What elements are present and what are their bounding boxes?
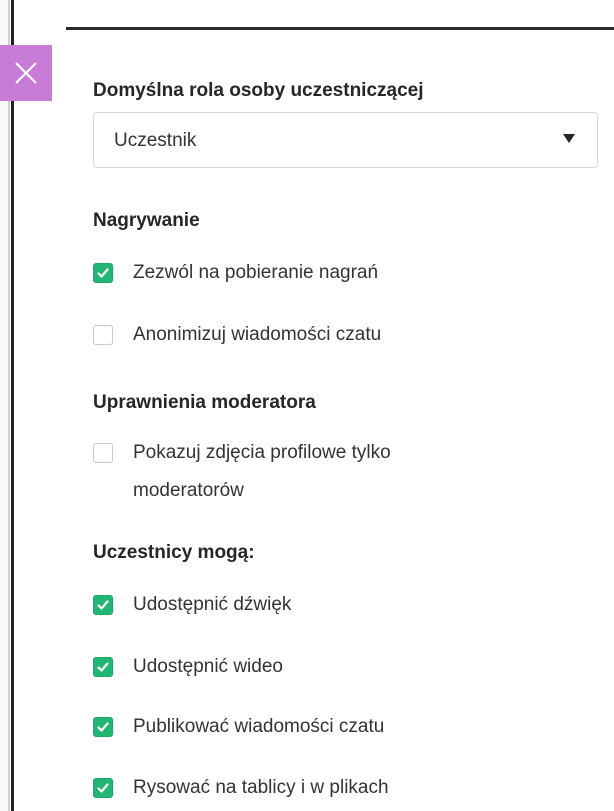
checkmark-icon [97,722,109,732]
option-profile-pictures-moderators-only[interactable]: Pokazuj zdjęcia profilowe tylko moderato… [93,440,473,510]
option-share-audio[interactable]: Udostępnić dźwięk [93,592,291,624]
option-label: Rysować na tablicy i w plikach [133,777,389,798]
left-rail [0,0,10,811]
checkbox[interactable] [93,443,113,463]
option-draw-on-whiteboard[interactable]: Rysować na tablicy i w plikach [93,775,389,807]
checkbox[interactable] [93,717,113,737]
left-edge-bar [11,0,14,811]
option-label: Udostępnić wideo [133,656,283,677]
caret-down-icon [563,134,575,143]
option-post-chat-messages[interactable]: Publikować wiadomości czatu [93,714,384,746]
option-anonymize-chat[interactable]: Anonimizuj wiadomości czatu [93,322,381,354]
option-allow-recording-download[interactable]: Zezwól na pobieranie nagrań [93,260,378,292]
close-icon [15,62,37,84]
default-role-heading: Domyślna rola osoby uczestniczącej [93,80,424,101]
option-label: Anonimizuj wiadomości czatu [133,324,382,345]
participants-can-heading: Uczestnicy mogą: [93,542,255,563]
panel-top-divider [66,27,614,30]
checkbox[interactable] [93,778,113,798]
default-role-value: Uczestnik [114,130,197,151]
checkmark-icon [97,268,109,278]
recording-heading: Nagrywanie [93,210,200,231]
checkbox[interactable] [93,595,113,615]
moderator-permissions-heading: Uprawnienia moderatora [93,392,316,413]
option-share-video[interactable]: Udostępnić wideo [93,654,283,686]
checkbox[interactable] [93,263,113,283]
checkmark-icon [97,600,109,610]
close-panel-button[interactable] [0,45,52,101]
option-label: Publikować wiadomości czatu [133,716,385,737]
option-label: Zezwól na pobieranie nagrań [133,262,379,283]
checkmark-icon [97,662,109,672]
default-role-select[interactable]: Uczestnik [93,112,598,168]
option-label: Udostępnić dźwięk [133,594,292,615]
checkbox[interactable] [93,657,113,677]
option-label: Pokazuj zdjęcia profilowe tylko moderato… [133,442,391,501]
checkmark-icon [97,783,109,793]
checkbox[interactable] [93,325,113,345]
